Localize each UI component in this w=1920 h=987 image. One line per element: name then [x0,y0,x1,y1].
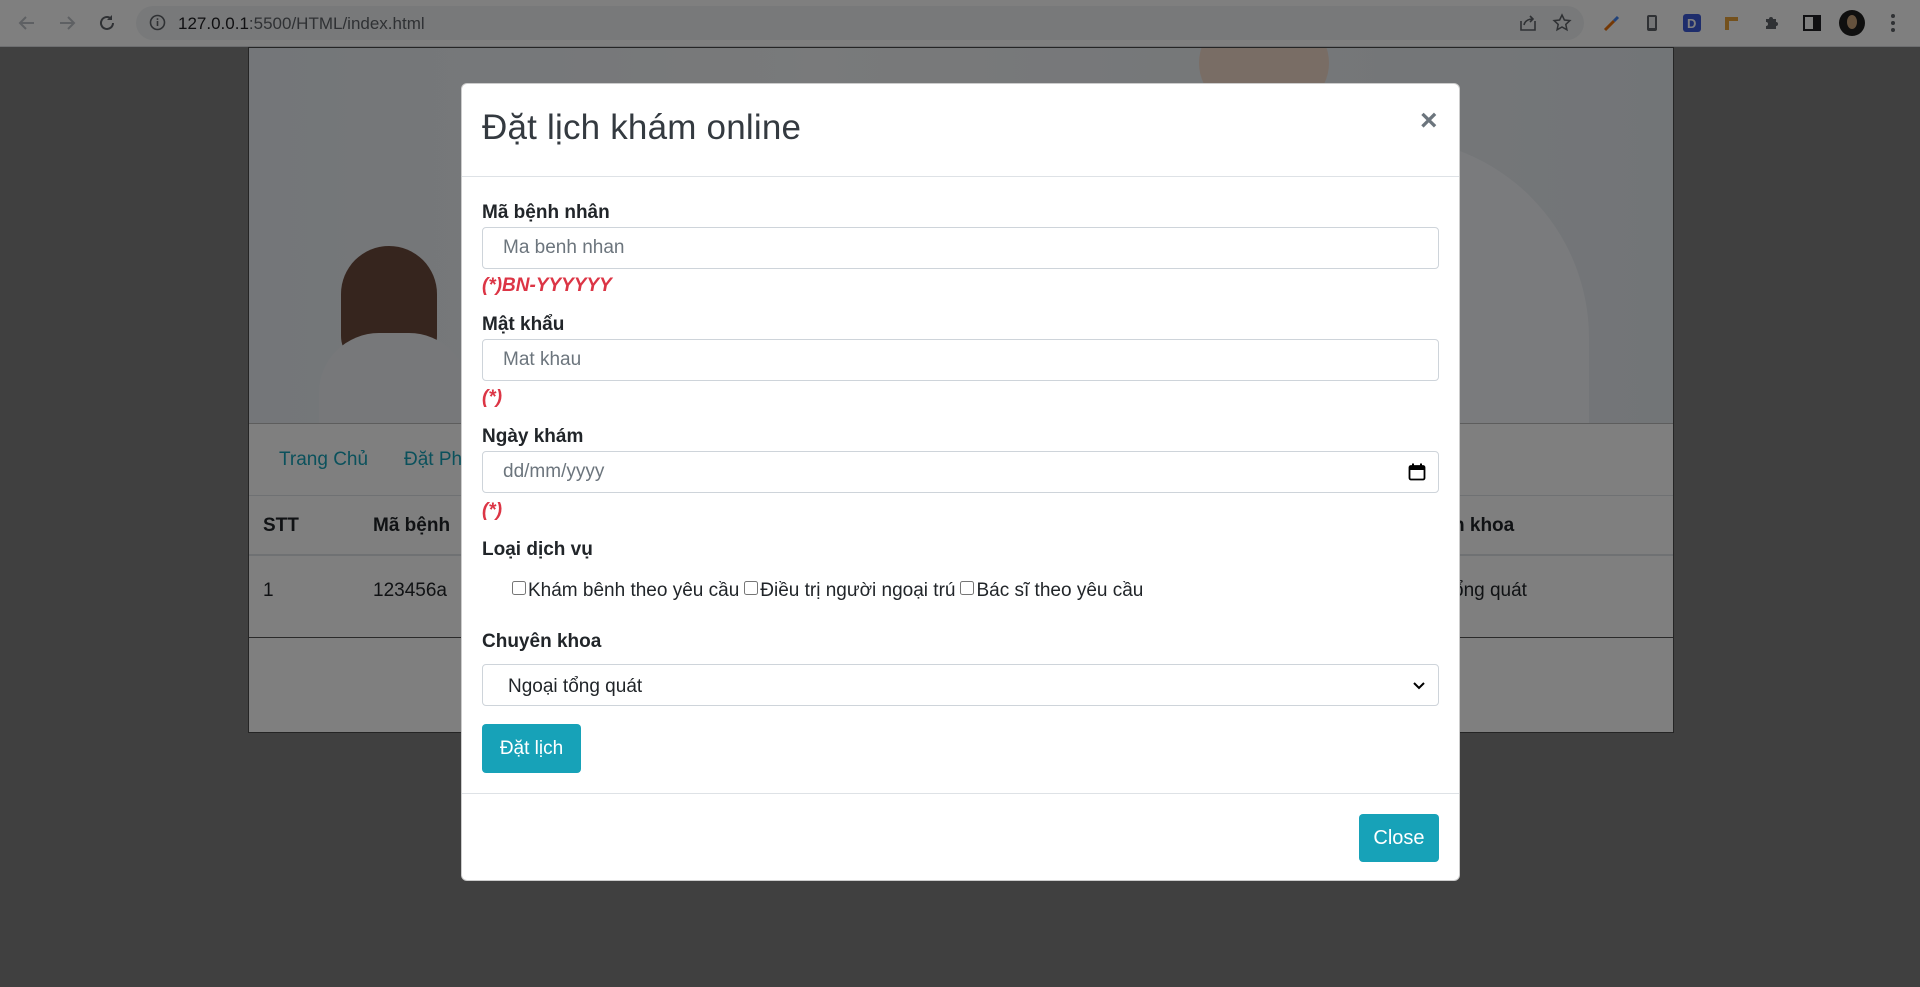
specialty-select[interactable]: Ngoại tổng quát [482,664,1439,706]
calendar-icon[interactable] [1408,463,1426,481]
patient-id-input[interactable] [482,227,1439,269]
close-x-button[interactable]: × [1420,106,1438,136]
password-hint: (*) [482,387,503,408]
password-label: Mật khẩu [482,314,565,335]
modal-footer-divider [462,793,1459,794]
booking-modal: Đặt lịch khám online × Mã bệnh nhân (*)B… [461,83,1460,881]
service-type-label: Loại dịch vụ [482,539,593,560]
service-checkbox-group: Khám bênh theo yêu cầu Điều trị người ng… [512,580,1148,602]
service-label-doctor-request[interactable]: Bác sĩ theo yêu cầu [976,580,1143,602]
date-input[interactable]: dd/mm/yyyy [482,451,1439,493]
patient-id-hint: (*)BN-YYYYYY [482,275,612,296]
patient-id-label: Mã bệnh nhân [482,202,610,223]
close-button[interactable]: Close [1359,814,1439,862]
service-checkbox-doctor-request[interactable] [960,581,975,595]
modal-header: Đặt lịch khám online × [462,84,1459,177]
chevron-down-icon [1413,682,1425,690]
specialty-selected-value: Ngoại tổng quát [508,676,643,697]
book-appointment-button[interactable]: Đặt lịch [482,724,581,773]
service-label-on-demand[interactable]: Khám bênh theo yêu cầu [528,580,739,602]
specialty-label: Chuyên khoa [482,631,602,652]
date-label: Ngày khám [482,426,584,447]
date-hint: (*) [482,500,503,521]
service-label-outpatient[interactable]: Điều trị người ngoại trú [760,580,955,602]
service-checkbox-on-demand[interactable] [512,581,526,595]
service-checkbox-outpatient[interactable] [744,581,759,595]
date-placeholder: dd/mm/yyyy [503,461,605,482]
modal-title: Đặt lịch khám online [482,108,802,147]
password-input[interactable] [482,339,1439,381]
